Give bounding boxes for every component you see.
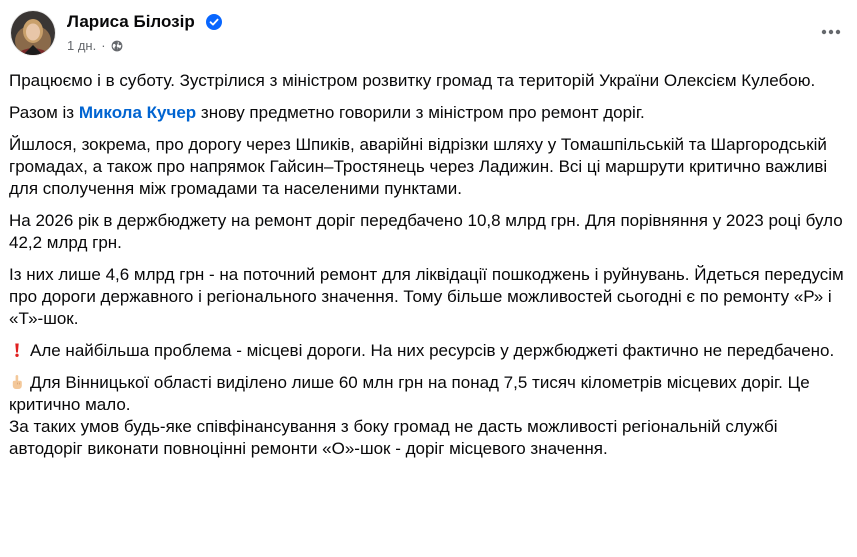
author-avatar[interactable] — [11, 11, 55, 55]
paragraph: Йшлося, зокрема, про дорогу через Шпиків… — [9, 135, 828, 198]
author-name[interactable]: Лариса Білозір — [67, 11, 195, 33]
verified-badge-icon — [206, 14, 222, 30]
more-horizontal-icon — [821, 29, 841, 35]
paragraph: За таких умов будь-яке співфінансування … — [9, 417, 778, 458]
post-header: Лариса Білозір 1 дн. · — [0, 0, 857, 62]
paragraph: Працюємо і в суботу. Зустрілися з мініст… — [9, 71, 816, 90]
paragraph: На 2026 рік в держбюджету на ремонт дорі… — [9, 211, 843, 252]
post-text: Працюємо і в суботу. Зустрілися з мініст… — [9, 70, 849, 470]
mention-link[interactable]: Микола Кучер — [79, 103, 196, 122]
paragraph-with-mention: Разом із Микола Кучер знову предметно го… — [9, 102, 849, 124]
red-exclamation-icon — [15, 343, 19, 357]
paragraph-with-emoji: Для Вінницької області виділено лише 60 … — [9, 372, 849, 416]
paragraph: Із них лише 4,6 млрд грн - на поточний р… — [9, 265, 844, 328]
meta-separator: · — [101, 38, 106, 53]
paragraph-text: Але найбільша проблема - місцеві дороги.… — [30, 341, 835, 360]
avatar-image — [11, 11, 55, 55]
post-meta: 1 дн. · — [67, 37, 123, 55]
paragraph-text: знову предметно говорили з міністром про… — [196, 103, 645, 122]
paragraph-text: Разом із — [9, 103, 79, 122]
paragraph-with-emoji: Але найбільша проблема - місцеві дороги.… — [9, 340, 849, 362]
pointing-up-hand-icon — [12, 375, 22, 389]
globe-icon[interactable] — [111, 40, 123, 52]
paragraph-text: Для Вінницької області виділено лише 60 … — [9, 373, 810, 414]
post-timestamp[interactable]: 1 дн. — [67, 37, 96, 55]
post-options-button[interactable] — [813, 18, 849, 46]
